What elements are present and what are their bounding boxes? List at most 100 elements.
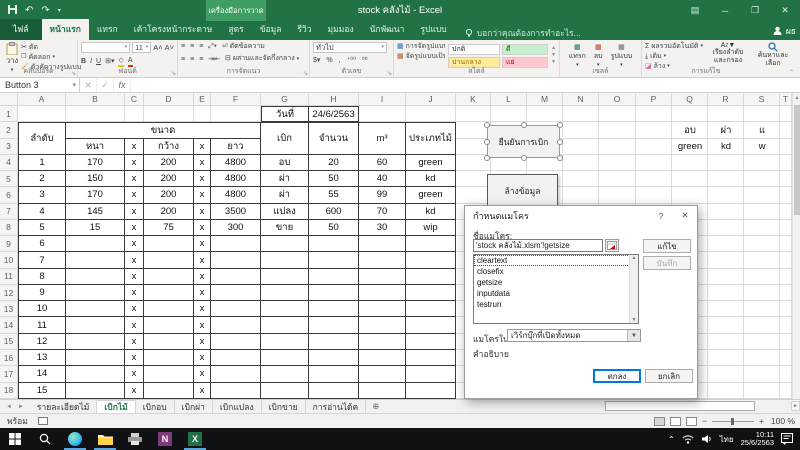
cell-A2-no-header[interactable]: ลำดับ (18, 122, 66, 155)
ribbon-tab-สูตร[interactable]: สูตร (220, 19, 251, 40)
cell-C11[interactable]: x (125, 269, 144, 285)
cell-I12[interactable] (359, 285, 406, 301)
ribbon-tab-ข้อมูล[interactable]: ข้อมูล (252, 19, 290, 40)
cell-E4[interactable]: x (194, 155, 211, 171)
cell-J10[interactable] (406, 252, 456, 268)
cell-E12[interactable]: x (194, 285, 211, 301)
row-header-8[interactable]: 8 (0, 220, 18, 236)
alignment-dialog-launcher-icon[interactable]: ⇘ (303, 70, 308, 77)
sheet-next-icon[interactable]: ► (18, 404, 24, 410)
cell-B16[interactable] (66, 350, 125, 366)
cell-F10[interactable] (211, 252, 261, 268)
cell-D11[interactable] (144, 269, 194, 285)
cell-A9[interactable]: 6 (18, 236, 66, 252)
sheet-tab-เบิกแปลง[interactable]: เบิกแปลง (213, 400, 262, 413)
macro-list-item-inputdata[interactable]: inputdata (474, 288, 638, 299)
cell-E7[interactable]: x (194, 204, 211, 220)
indent-icon[interactable]: ⇥⇤ (208, 55, 220, 64)
cell-G7[interactable]: แปลง (261, 204, 309, 220)
cell-C3-x-header[interactable]: x (125, 139, 144, 155)
cell-B10[interactable] (66, 252, 125, 268)
comma-icon[interactable]: , (339, 56, 341, 65)
column-header-K[interactable]: K (456, 93, 491, 106)
qat-customize-icon[interactable]: ▾ (58, 7, 61, 14)
cell-I7[interactable]: 70 (359, 204, 406, 220)
macro-list-scrollbar[interactable]: ▲▼ (629, 255, 638, 323)
row-header-10[interactable]: 10 (0, 252, 18, 268)
cell-D4[interactable]: 200 (144, 155, 194, 171)
cell-B15[interactable] (66, 334, 125, 350)
macro-list-item-testrun[interactable]: testrun (474, 299, 638, 310)
cell-S2[interactable]: ผ่า (708, 122, 744, 138)
cell-B18[interactable] (66, 383, 125, 399)
cell-I18[interactable] (359, 383, 406, 399)
cell-E9[interactable]: x (194, 236, 211, 252)
cell-A7[interactable]: 4 (18, 204, 66, 220)
align-bottom-icon[interactable]: ≡ (199, 42, 203, 51)
cell-H9[interactable] (309, 236, 359, 252)
cell-A16[interactable]: 13 (18, 350, 66, 366)
user-account-button[interactable]: ผธ (773, 21, 796, 40)
cell-F7[interactable]: 3500 (211, 204, 261, 220)
cell-H12[interactable] (309, 285, 359, 301)
enter-entry-icon[interactable]: ✓ (97, 78, 114, 92)
orientation-icon[interactable]: ⤢▾ (208, 42, 217, 51)
row-header-3[interactable]: 3 (0, 139, 18, 155)
scroll-down-icon[interactable]: ▼ (632, 317, 637, 323)
row-header-16[interactable]: 16 (0, 350, 18, 366)
cell-C15[interactable]: x (125, 334, 144, 350)
cell-H14[interactable] (309, 317, 359, 333)
taskbar-explorer-button[interactable] (90, 428, 120, 450)
cell-J9[interactable] (406, 236, 456, 252)
wifi-icon[interactable] (682, 434, 694, 444)
column-header-J[interactable]: J (406, 93, 456, 106)
cell-I17[interactable] (359, 366, 406, 382)
collapse-ribbon-icon[interactable]: ⌃ (789, 69, 794, 76)
cell-F16[interactable] (211, 350, 261, 366)
cell-F15[interactable] (211, 334, 261, 350)
sheet-tab-เบิกไม้[interactable]: เบิกไม้ (97, 400, 135, 413)
cell-C17[interactable]: x (125, 366, 144, 382)
row-header-17[interactable]: 17 (0, 366, 18, 382)
selection-handle[interactable] (484, 155, 490, 161)
autosum-button[interactable]: Σผลรวมอัตโนมัติ▾ (645, 42, 703, 51)
cell-I9[interactable] (359, 236, 406, 252)
cell-B3-thick-header[interactable]: หนา (66, 139, 125, 155)
cell-T3[interactable]: w (744, 139, 780, 155)
cell-H13[interactable] (309, 301, 359, 317)
zoom-slider-thumb[interactable] (731, 418, 734, 425)
zoom-out-icon[interactable]: − (702, 416, 707, 426)
cell-I14[interactable] (359, 317, 406, 333)
action-center-icon[interactable] (781, 433, 794, 445)
name-box[interactable]: Button 3▾ (0, 78, 80, 92)
column-header-A[interactable]: A (18, 93, 66, 106)
cell-J16[interactable] (406, 350, 456, 366)
collapse-dialog-icon[interactable] (605, 239, 619, 252)
cell-D8[interactable]: 75 (144, 220, 194, 236)
cell-D15[interactable] (144, 334, 194, 350)
selection-handle[interactable] (557, 122, 563, 128)
cell-D18[interactable] (144, 383, 194, 399)
column-header-T[interactable]: T (780, 93, 792, 106)
redo-icon[interactable]: ↷ (41, 5, 49, 16)
cell-E10[interactable]: x (194, 252, 211, 268)
cell-E3-x-header[interactable]: x (194, 139, 211, 155)
delete-cells-button[interactable]: ▦ลบ▾ (592, 43, 605, 68)
cell-A18[interactable]: 15 (18, 383, 66, 399)
column-header-B[interactable]: B (66, 93, 125, 106)
cell-A14[interactable]: 11 (18, 317, 66, 333)
cell-J7[interactable]: kd (406, 204, 456, 220)
cell-G15[interactable] (261, 334, 309, 350)
cell-J18[interactable] (406, 383, 456, 399)
cell-H15[interactable] (309, 334, 359, 350)
macros-in-dropdown[interactable]: เวิร์กบุ๊กที่เปิดทั้งหมด ▼ (507, 329, 641, 342)
dialog-close-icon[interactable]: ✕ (673, 206, 697, 225)
cut-button[interactable]: ✂ตัด (21, 43, 81, 52)
ribbon-tab-รูปแบบ[interactable]: รูปแบบ (412, 19, 454, 40)
taskbar-edge-button[interactable] (60, 428, 90, 450)
wrap-text-button[interactable]: ⏎ ตัดข้อความ (222, 42, 265, 51)
cell-J4[interactable]: green (406, 155, 456, 171)
cell-B9[interactable] (66, 236, 125, 252)
record-macro-status-icon[interactable] (38, 417, 48, 425)
align-top-icon[interactable]: ≡ (181, 42, 185, 51)
